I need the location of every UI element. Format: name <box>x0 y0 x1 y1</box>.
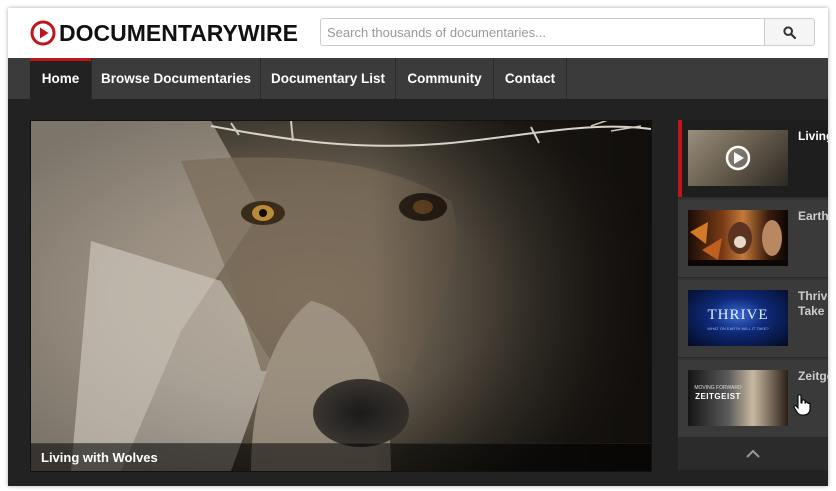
browser-viewport: DOCUMENTARYWIRE Home Browse Documentarie… <box>8 8 828 486</box>
thumbnail-zeitgeist: MOVING FORWARD ZEITGEIST <box>688 370 788 426</box>
search-icon <box>783 25 796 39</box>
sidebar-item-title: Earth <box>798 209 828 223</box>
sidebar-item-title: Zeitge <box>798 369 828 383</box>
thumbnail-thrive-title: THRIVE <box>707 307 769 323</box>
search-bar <box>320 18 815 46</box>
sidebar-item-earthlings[interactable]: Earth <box>678 200 828 278</box>
sidebar-item-title: Living <box>798 129 828 143</box>
thumbnail-zeitgeist-title: ZEITGEIST <box>695 392 741 401</box>
play-circle-icon <box>30 20 56 46</box>
featured-caption[interactable]: Living with Wolves <box>31 443 651 471</box>
nav-browse-documentaries[interactable]: Browse Documentaries <box>92 58 261 99</box>
search-button[interactable] <box>764 18 815 46</box>
site-logo[interactable]: DOCUMENTARYWIRE <box>30 20 298 46</box>
video-sidebar: Living Earth THRIVE WHAT ON EARTH WILL I… <box>678 120 828 470</box>
thumbnail-thrive-subtitle: WHAT ON EARTH WILL IT TAKE? <box>707 326 769 331</box>
sidebar-item-thrive[interactable]: THRIVE WHAT ON EARTH WILL IT TAKE? Thriv… <box>678 280 828 358</box>
sidebar-scroll-up-button[interactable] <box>678 438 828 470</box>
thumbnail-zeitgeist-subtitle: MOVING FORWARD <box>694 385 742 391</box>
thumbnail-art <box>688 220 788 266</box>
nav-home[interactable]: Home <box>30 58 92 99</box>
chevron-up-icon <box>746 449 760 458</box>
thumbnail-thrive: THRIVE WHAT ON EARTH WILL IT TAKE? <box>688 290 788 346</box>
thumbnail-earth <box>688 210 788 266</box>
featured-image <box>31 121 651 471</box>
nav-community[interactable]: Community <box>396 58 494 99</box>
search-input[interactable] <box>320 18 764 46</box>
logo-text: DOCUMENTARYWIRE <box>59 20 298 46</box>
sidebar-item-living-with-wolves[interactable]: Living <box>678 120 828 198</box>
sidebar-item-title: Thrive Take <box>798 289 828 318</box>
nav-documentary-list[interactable]: Documentary List <box>261 58 396 99</box>
play-icon <box>725 145 751 171</box>
thumbnail-wolf <box>688 130 788 186</box>
featured-video[interactable]: Living with Wolves <box>30 120 652 472</box>
site-header: DOCUMENTARYWIRE <box>8 8 828 58</box>
sidebar-item-zeitgeist[interactable]: MOVING FORWARD ZEITGEIST Zeitge <box>678 360 828 438</box>
nav-contact[interactable]: Contact <box>494 58 567 99</box>
hand-cursor-icon <box>793 394 811 416</box>
main-nav: Home Browse Documentaries Documentary Li… <box>8 58 828 99</box>
